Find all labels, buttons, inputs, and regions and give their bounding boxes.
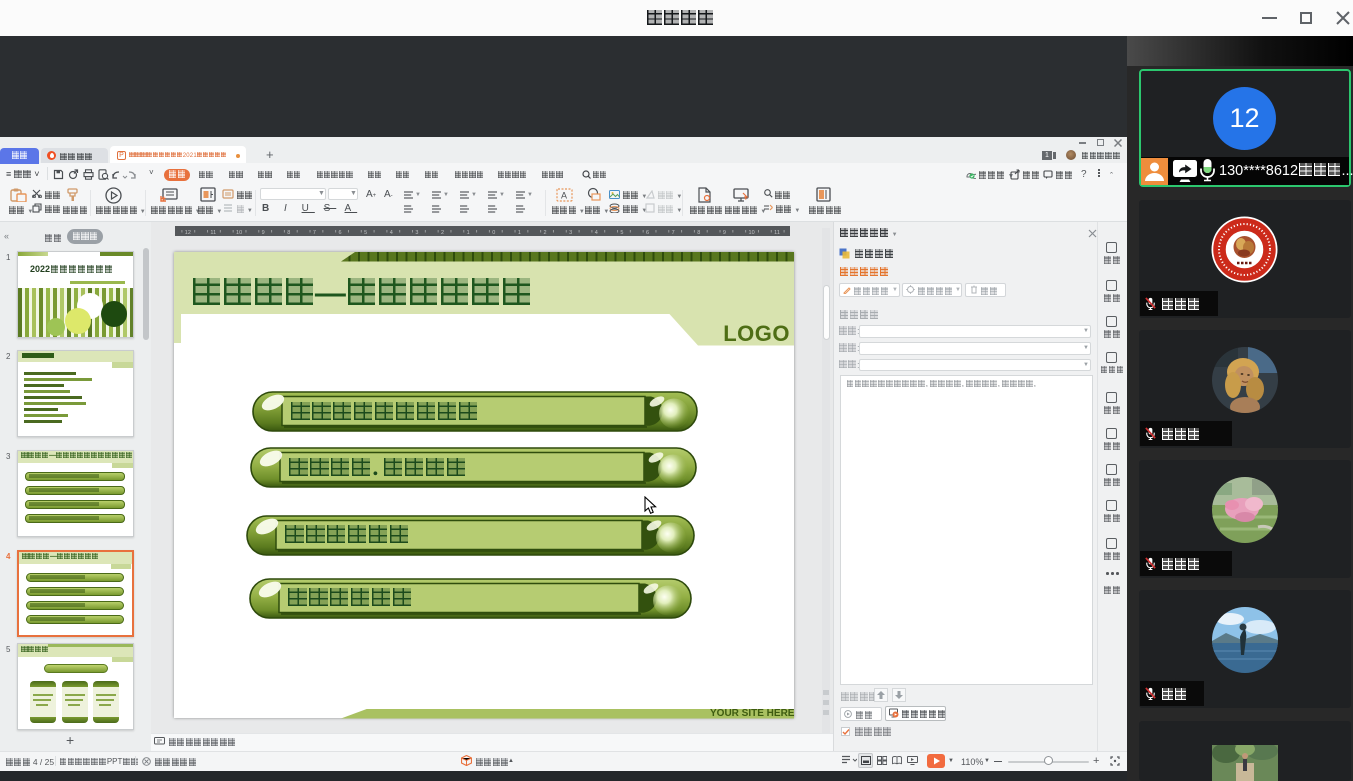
svg-text:6: 6 xyxy=(339,230,342,236)
svg-text:5: 5 xyxy=(620,230,623,236)
svg-text:0: 0 xyxy=(492,230,495,236)
svg-text:7: 7 xyxy=(313,230,316,236)
svg-text:9: 9 xyxy=(723,230,726,236)
svg-text:3: 3 xyxy=(415,230,418,236)
svg-text:1: 1 xyxy=(467,230,470,236)
svg-text:3: 3 xyxy=(569,230,572,236)
svg-text:8: 8 xyxy=(697,230,700,236)
svg-text:4: 4 xyxy=(390,230,393,236)
svg-text:6: 6 xyxy=(646,230,649,236)
svg-text:10: 10 xyxy=(236,230,242,236)
svg-text:9: 9 xyxy=(262,230,265,236)
svg-text:4: 4 xyxy=(595,230,598,236)
svg-text:2: 2 xyxy=(544,230,547,236)
svg-text:8: 8 xyxy=(287,230,290,236)
svg-text:12: 12 xyxy=(185,230,191,236)
svg-text:11: 11 xyxy=(210,230,216,236)
svg-text:2: 2 xyxy=(441,230,444,236)
svg-text:1: 1 xyxy=(518,230,521,236)
svg-text:5: 5 xyxy=(364,230,367,236)
svg-text:11: 11 xyxy=(774,230,780,236)
svg-text:7: 7 xyxy=(672,230,675,236)
svg-text:10: 10 xyxy=(749,230,755,236)
svg-text:A: A xyxy=(561,191,567,201)
